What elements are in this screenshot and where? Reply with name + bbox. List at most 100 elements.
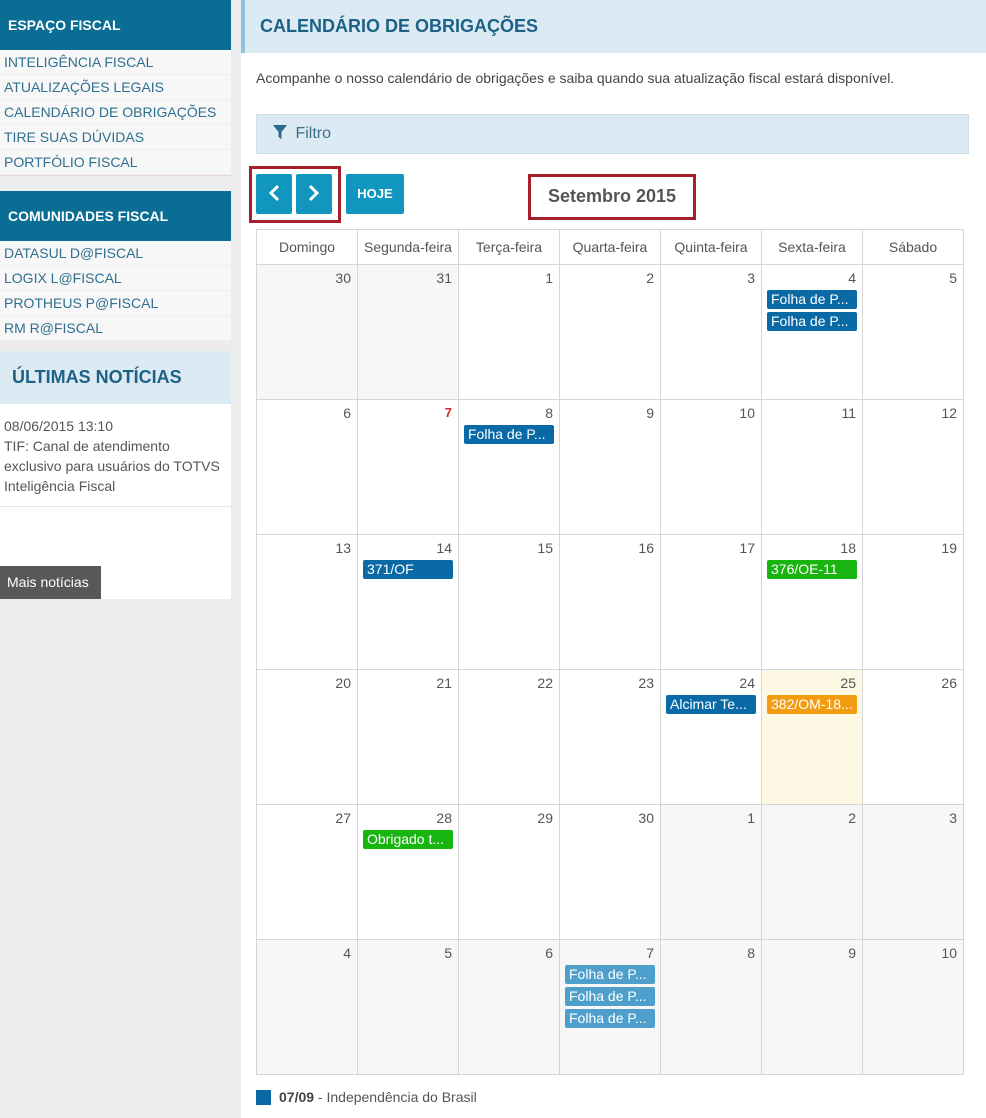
weekday-header: Terça-feira xyxy=(458,229,560,265)
calendar-day-cell[interactable]: 28 Obrigado t... xyxy=(357,804,459,940)
calendar-event[interactable]: 376/OE-11 xyxy=(767,560,857,579)
day-number: 17 xyxy=(739,540,755,556)
menu-item-rm[interactable]: RM R@FISCAL xyxy=(0,316,231,341)
calendar-day-cell[interactable]: 10 xyxy=(862,939,964,1075)
calendar-day-cell[interactable]: 17 xyxy=(660,534,762,670)
calendar-day-cell[interactable]: 10 xyxy=(660,399,762,535)
calendar-day-cell[interactable]: 19 xyxy=(862,534,964,670)
calendar-event[interactable]: Folha de P... xyxy=(565,1009,655,1028)
calendar-day-cell[interactable]: 1 xyxy=(660,804,762,940)
day-number: 18 xyxy=(840,540,856,556)
menu-item-faq[interactable]: TIRE SUAS DÚVIDAS xyxy=(0,125,231,150)
calendar-week-row: 6 7 8 Folha de P... 9 10 11 12 xyxy=(256,399,964,535)
menu-item-fiscal-portfolio[interactable]: PORTFÓLIO FISCAL xyxy=(0,150,231,175)
calendar-day-cell[interactable]: 18 376/OE-11 xyxy=(761,534,863,670)
day-number: 6 xyxy=(545,945,553,961)
menu-item-fiscal-intelligence[interactable]: INTELIGÊNCIA FISCAL xyxy=(0,50,231,75)
calendar-day-cell[interactable]: 25 382/OM-18... xyxy=(761,669,863,805)
calendar-day-cell[interactable]: 7 Folha de P... Folha de P... Folha de P... xyxy=(559,939,661,1075)
calendar-day-cell[interactable]: 23 xyxy=(559,669,661,805)
calendar-event[interactable]: Obrigado t... xyxy=(363,830,453,849)
calendar-day-cell[interactable]: 1 xyxy=(458,264,560,400)
calendar-day-cell[interactable]: 3 xyxy=(660,264,762,400)
weekday-header: Domingo xyxy=(256,229,358,265)
calendar-day-cell[interactable]: 9 xyxy=(559,399,661,535)
calendar-day-cell[interactable]: 26 xyxy=(862,669,964,805)
calendar-day-cell[interactable]: 5 xyxy=(357,939,459,1075)
day-number: 4 xyxy=(343,945,351,961)
day-number: 7 xyxy=(646,945,654,961)
calendar-event[interactable]: Folha de P... xyxy=(565,965,655,984)
today-button[interactable]: HOJE xyxy=(346,174,404,214)
day-number: 31 xyxy=(436,270,452,286)
menu-item-legal-updates[interactable]: ATUALIZAÇÕES LEGAIS xyxy=(0,75,231,100)
calendar-day-cell[interactable]: 2 xyxy=(761,804,863,940)
calendar-event[interactable]: Folha de P... xyxy=(767,290,857,309)
news-date: 08/06/2015 13:10 xyxy=(4,418,113,434)
day-number: 7 xyxy=(444,405,452,420)
calendar-day-cell[interactable]: 16 xyxy=(559,534,661,670)
calendar-event[interactable]: Alcimar Te... xyxy=(666,695,756,714)
fiscal-menu: INTELIGÊNCIA FISCAL ATUALIZAÇÕES LEGAIS … xyxy=(0,50,231,175)
chevron-left-icon xyxy=(268,184,280,205)
calendar-day-cell[interactable]: 3 xyxy=(862,804,964,940)
calendar-day-cell[interactable]: 5 xyxy=(862,264,964,400)
day-number: 28 xyxy=(436,810,452,826)
filter-toggle[interactable]: Filtro xyxy=(256,114,969,154)
calendar-day-cell[interactable]: 8 Folha de P... xyxy=(458,399,560,535)
calendar-event[interactable]: 371/OF xyxy=(363,560,453,579)
prev-month-button[interactable] xyxy=(256,174,292,214)
calendar-day-cell[interactable]: 29 xyxy=(458,804,560,940)
calendar-day-cell[interactable]: 31 xyxy=(357,264,459,400)
news-panel: ÚLTIMAS NOTÍCIAS 08/06/2015 13:10 TIF: C… xyxy=(0,351,231,599)
calendar-day-cell[interactable]: 21 xyxy=(357,669,459,805)
legend-date: 07/09 xyxy=(279,1089,315,1105)
calendar-day-cell[interactable]: 8 xyxy=(660,939,762,1075)
calendar-day-cell[interactable]: 2 xyxy=(559,264,661,400)
calendar-event[interactable]: Folha de P... xyxy=(464,425,554,444)
day-number: 12 xyxy=(941,405,957,421)
communities-menu: DATASUL D@FISCAL LOGIX L@FISCAL PROTHEUS… xyxy=(0,241,231,341)
calendar-day-cell[interactable]: 6 xyxy=(458,939,560,1075)
day-number: 2 xyxy=(848,810,856,826)
intro-text: Acompanhe o nosso calendário de obrigaçõ… xyxy=(256,70,895,86)
calendar-event[interactable]: Folha de P... xyxy=(767,312,857,331)
calendar-day-cell[interactable]: 22 xyxy=(458,669,560,805)
menu-item-datasul[interactable]: DATASUL D@FISCAL xyxy=(0,241,231,266)
calendar-day-cell[interactable]: 14 371/OF xyxy=(357,534,459,670)
holiday-legend: 07/09 - Independência do Brasil xyxy=(256,1089,477,1105)
calendar-day-cell[interactable]: 4 xyxy=(256,939,358,1075)
more-news-button[interactable]: Mais notícias xyxy=(0,566,101,599)
day-number: 10 xyxy=(941,945,957,961)
calendar-day-cell[interactable]: 13 xyxy=(256,534,358,670)
calendar-day-cell[interactable]: 20 xyxy=(256,669,358,805)
calendar-week-row: 30 31 1 2 3 4 Folha de P... Folha de P... 5 xyxy=(256,264,964,400)
news-header: ÚLTIMAS NOTÍCIAS xyxy=(0,351,231,404)
calendar-day-cell[interactable]: 30 xyxy=(559,804,661,940)
calendar-day-cell[interactable]: 15 xyxy=(458,534,560,670)
calendar-day-cell[interactable]: 9 xyxy=(761,939,863,1075)
calendar-day-cell[interactable]: 30 xyxy=(256,264,358,400)
calendar-event[interactable]: 382/OM-18... xyxy=(767,695,857,714)
menu-item-logix[interactable]: LOGIX L@FISCAL xyxy=(0,266,231,291)
next-month-button[interactable] xyxy=(296,174,332,214)
menu-item-protheus[interactable]: PROTHEUS P@FISCAL xyxy=(0,291,231,316)
calendar-day-cell[interactable]: 7 xyxy=(357,399,459,535)
day-number: 1 xyxy=(545,270,553,286)
calendar-day-cell[interactable]: 6 xyxy=(256,399,358,535)
menu-item-obligations-calendar[interactable]: CALENDÁRIO DE OBRIGAÇÕES xyxy=(0,100,231,125)
sidebar-divider xyxy=(0,175,231,191)
calendar-grid: Domingo Segunda-feira Terça-feira Quarta… xyxy=(256,229,964,1075)
day-number: 15 xyxy=(537,540,553,556)
calendar-event[interactable]: Folha de P... xyxy=(565,987,655,1006)
day-number: 11 xyxy=(841,405,856,421)
calendar-day-cell[interactable]: 12 xyxy=(862,399,964,535)
legend-text: - Independência do Brasil xyxy=(314,1089,477,1105)
news-item[interactable]: 08/06/2015 13:10 TIF: Canal de atendimen… xyxy=(0,404,231,507)
weekday-header: Quarta-feira xyxy=(559,229,661,265)
calendar-day-cell[interactable]: 4 Folha de P... Folha de P... xyxy=(761,264,863,400)
calendar-day-cell[interactable]: 24 Alcimar Te... xyxy=(660,669,762,805)
calendar-week-row: 13 14 371/OF 15 16 17 18 376/OE-11 19 xyxy=(256,534,964,670)
calendar-day-cell[interactable]: 27 xyxy=(256,804,358,940)
calendar-day-cell[interactable]: 11 xyxy=(761,399,863,535)
